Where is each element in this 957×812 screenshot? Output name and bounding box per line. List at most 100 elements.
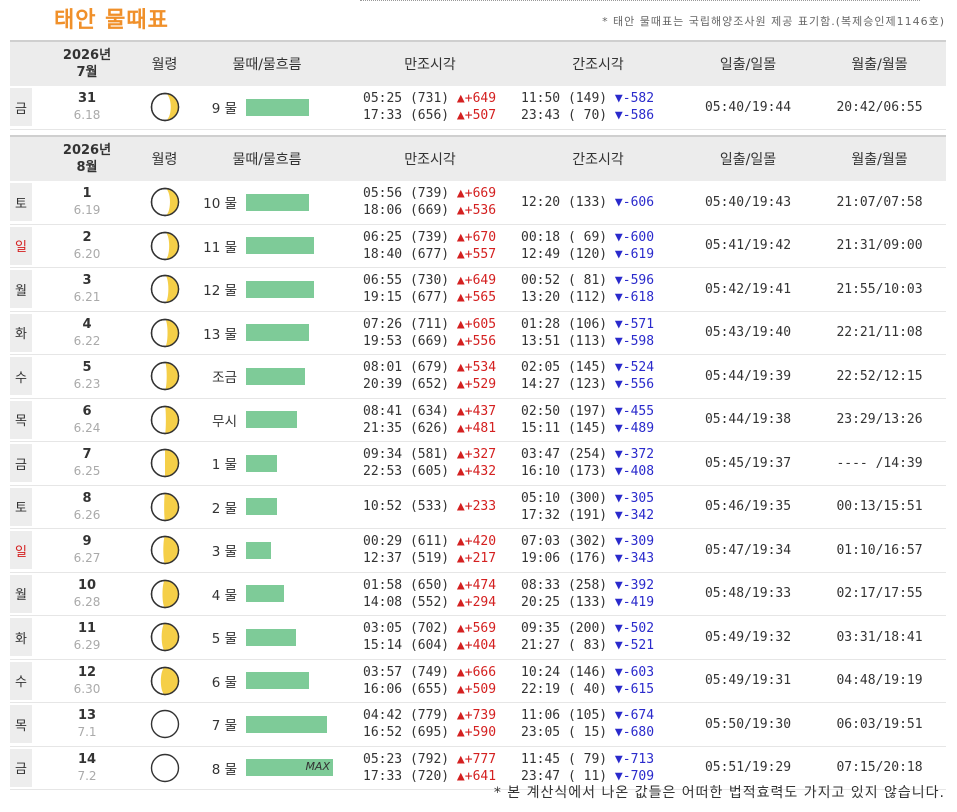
moon-phase-icon: [150, 405, 179, 434]
flow-bar: [246, 715, 327, 733]
high-tide-cell: 08:41 (634) ▲+437 21:35 (626) ▲+481: [347, 403, 513, 437]
solar-day: 14: [77, 751, 97, 767]
high-tide-line: 21:35 (626) ▲+481: [363, 420, 513, 437]
lunar-date: 6.28: [73, 594, 101, 609]
moon-phase-icon: [150, 753, 179, 782]
high-tide-time: 18:40 (677): [363, 246, 457, 262]
high-tide-change: ▲+437: [456, 403, 497, 419]
flow-bar: [246, 498, 277, 516]
low-tide-time: 14:27 (123): [521, 377, 615, 393]
high-tide-line: 17:33 (720) ▲+641: [363, 768, 513, 785]
low-tide-time: 17:32 (191): [521, 507, 615, 523]
high-tide-time: 16:06 (655): [363, 681, 457, 697]
tide-label: 조금: [212, 370, 237, 387]
moonrise-moonset: 02:17/17:55: [836, 586, 923, 602]
high-tide-time: 05:23 (792): [363, 751, 457, 767]
low-tide-time: 23:43 ( 70): [521, 108, 615, 124]
tide-label: 13 물: [203, 326, 237, 343]
solar-day: 1: [82, 186, 92, 202]
high-tide-line: 19:53 (669) ▲+556: [363, 333, 513, 350]
date-cell: 10 6.28: [32, 578, 142, 610]
moon-cell: [142, 361, 187, 391]
low-tide-line: 23:05 ( 15) ▼-680: [521, 724, 683, 741]
low-tide-cell: 11:06 (105) ▼-674 23:05 ( 15) ▼-680: [513, 707, 683, 741]
moon-cell: [142, 492, 187, 522]
high-tide-time: 22:53 (605): [363, 464, 457, 480]
high-tide-time: 03:05 (702): [363, 621, 457, 637]
high-tide-cell: 06:55 (730) ▲+649 19:15 (677) ▲+565: [347, 272, 513, 306]
low-tide-line: 14:27 (123) ▼-556: [521, 376, 683, 393]
lunar-date: 6.22: [73, 333, 101, 348]
flow-bar-track: [246, 411, 297, 429]
flow-bar: [246, 454, 277, 472]
high-tide-time: 07:26 (711): [363, 316, 457, 332]
tide-label: 10 물: [203, 196, 237, 213]
high-tide-time: 17:33 (656): [363, 108, 457, 124]
low-tide-cell: 00:52 ( 81) ▼-596 13:20 (112) ▼-618: [513, 272, 683, 306]
moon-phase-icon: [150, 362, 179, 391]
low-tide-change: ▼-619: [614, 246, 655, 262]
low-tide-line: 02:05 (145) ▼-524: [521, 359, 683, 376]
source-notice: * 태안 물때표는 국립해양조사원 제공 표기함.(복제승인제1146호): [602, 15, 945, 28]
low-tide-line: 20:25 (133) ▼-419: [521, 594, 683, 611]
low-tide-change: ▼-309: [614, 534, 655, 550]
high-tide-line: 03:05 (702) ▲+569: [363, 620, 513, 637]
low-tide-time: 08:33 (258): [521, 577, 615, 593]
high-tide-time: 05:56 (739): [363, 186, 457, 202]
flow-bar-track: [246, 672, 309, 690]
low-tide-change: ▼-342: [614, 507, 655, 523]
high-tide-cell: 03:57 (749) ▲+666 16:06 (655) ▲+509: [347, 664, 513, 698]
header-sunrise: 일출/일몰: [719, 152, 777, 168]
high-tide-change: ▲+404: [456, 638, 497, 654]
lunar-date: 6.21: [73, 290, 101, 305]
header-low-tide: 간조시각: [572, 152, 624, 168]
moon-phase-icon: [150, 231, 179, 260]
high-tide-change: ▲+670: [456, 229, 497, 245]
flow-bar: [246, 98, 309, 116]
high-tide-line: 07:26 (711) ▲+605: [363, 316, 513, 333]
high-tide-line: 00:29 (611) ▲+420: [363, 533, 513, 550]
table-row: 일 9 6.27 3 물 00:29 (611) ▲+420 12:37 (519) ▲+…: [10, 529, 946, 573]
high-tide-line: 06:25 (739) ▲+670: [363, 229, 513, 246]
lunar-date: 6.30: [73, 681, 101, 696]
low-tide-change: ▼-502: [614, 621, 655, 637]
flow-bar-track: [246, 193, 309, 211]
low-tide-time: 00:18 ( 69): [521, 229, 615, 245]
moonrise-moonset: 21:31/09:00: [836, 238, 923, 254]
low-tide-time: 13:20 (112): [521, 290, 615, 306]
low-tide-change: ▼-586: [614, 108, 655, 124]
moonrise-moonset: 03:31/18:41: [836, 629, 923, 645]
high-tide-cell: 07:26 (711) ▲+605 19:53 (669) ▲+556: [347, 316, 513, 350]
sunrise-sunset: 05:49/19:31: [704, 673, 792, 689]
low-tide-line: 11:50 (149) ▼-582: [521, 90, 683, 107]
table-header: 2026년 8월 월령 물때/물흐름 만조시각 간조시각 일출/일몰 월출/월몰: [10, 135, 946, 181]
high-tide-line: 18:06 (669) ▲+536: [363, 202, 513, 219]
high-tide-change: ▲+432: [456, 464, 497, 480]
high-tide-time: 10:52 (533): [363, 499, 457, 515]
low-tide-time: 10:24 (146): [521, 664, 615, 680]
table-row: 토 8 6.26 2 물 10:52 (533) ▲+233 05:10 (300) ▼-…: [10, 486, 946, 529]
low-tide-time: 13:51 (113): [521, 333, 615, 349]
flow-bar: [246, 193, 309, 211]
legal-disclaimer: * 본 계산식에서 나온 값들은 어떠한 법적효력도 가지고 있지 않습니다.: [493, 785, 945, 801]
date-cell: 7 6.25: [32, 447, 142, 479]
high-tide-change: ▲+605: [456, 316, 497, 332]
low-tide-line: 02:50 (197) ▼-455: [521, 403, 683, 420]
low-tide-time: 07:03 (302): [521, 534, 615, 550]
high-tide-cell: 10:52 (533) ▲+233: [347, 498, 513, 515]
sunrise-sunset: 05:48/19:33: [704, 586, 792, 602]
solar-day: 3: [82, 273, 92, 289]
low-tide-line: 07:03 (302) ▼-309: [521, 533, 683, 550]
moon-cell: [142, 187, 187, 217]
high-tide-line: 06:55 (730) ▲+649: [363, 272, 513, 289]
high-tide-line: 09:34 (581) ▲+327: [363, 446, 513, 463]
high-tide-time: 18:06 (669): [363, 203, 457, 219]
date-cell: 3 6.21: [32, 273, 142, 305]
solar-day: 9: [82, 534, 92, 550]
moon-cell: [142, 274, 187, 304]
low-tide-line: 16:10 (173) ▼-408: [521, 463, 683, 480]
tide-cell: 3 물: [187, 540, 347, 560]
high-tide-change: ▲+420: [456, 534, 497, 550]
day-of-week: 토: [10, 183, 32, 222]
low-tide-change: ▼-419: [614, 594, 655, 610]
